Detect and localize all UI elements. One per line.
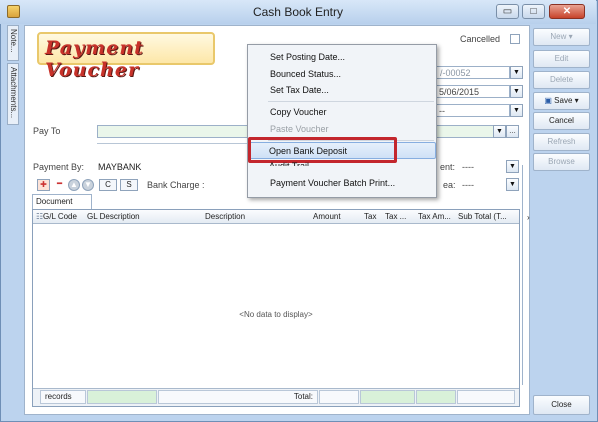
grid-footer: records Total:	[33, 388, 519, 406]
c-button[interactable]: C	[99, 179, 117, 191]
doc-no-dropdown[interactable]: ▼	[510, 66, 523, 79]
bank-charge-label: Bank Charge :	[147, 180, 205, 190]
col-sub-total[interactable]: Sub Total (T...	[458, 212, 507, 221]
menu-item-paste-voucher[interactable]: Paste Voucher	[270, 124, 329, 134]
col-gl-description[interactable]: GL Description	[87, 212, 140, 221]
new-button[interactable]: New ▾	[533, 28, 590, 46]
col-tax-code[interactable]: Tax ...	[385, 212, 406, 221]
close-button[interactable]: Close	[533, 395, 590, 415]
combo-field-3[interactable]: --	[430, 104, 510, 117]
right-combo-1[interactable]: ----	[459, 160, 506, 173]
records-count: records	[40, 390, 86, 404]
refresh-button[interactable]: Refresh	[533, 133, 590, 151]
grid-header: ☷ G/L Code GL Description Description Am…	[33, 210, 519, 224]
col-amount[interactable]: Amount	[313, 212, 341, 221]
tab-attachments[interactable]: Attachments...	[7, 63, 19, 125]
splitter[interactable]	[522, 165, 526, 385]
add-row-icon[interactable]: ✚	[37, 179, 50, 191]
remove-row-icon[interactable]: ━	[53, 179, 66, 191]
maximize-button[interactable]: □	[522, 4, 545, 19]
footer-tax-total	[360, 390, 415, 404]
payment-by-value: MAYBANK	[98, 162, 142, 172]
tab-note-label: Note...	[9, 29, 18, 53]
pay-to-dropdown[interactable]: ▼	[493, 125, 506, 138]
menu-item-set-tax-date[interactable]: Set Tax Date...	[270, 85, 329, 95]
footer-subtotal	[457, 390, 515, 404]
menu-item-set-posting-date[interactable]: Set Posting Date...	[270, 52, 345, 62]
close-window-button[interactable]: ✕	[549, 4, 585, 19]
cancelled-label: Cancelled	[460, 34, 501, 44]
payment-by-label: Payment By:	[33, 162, 85, 172]
right-combo-1-dropdown[interactable]: ▼	[506, 160, 519, 173]
grid-empty-message: <No data to display>	[239, 310, 313, 319]
tab-attachments-label: Attachments...	[9, 67, 18, 119]
cancelled-checkbox[interactable]	[510, 34, 520, 44]
right-label-1: ent:	[440, 162, 456, 172]
menu-item-batch-print[interactable]: Payment Voucher Batch Print...	[270, 178, 395, 188]
footer-amount-total	[319, 390, 359, 404]
browse-button[interactable]: Browse	[533, 153, 590, 171]
s-button[interactable]: S	[120, 179, 138, 191]
right-combo-2[interactable]: ----	[459, 178, 506, 191]
date-field[interactable]: 5/06/2015	[430, 85, 510, 98]
combo-3-dropdown[interactable]: ▼	[510, 104, 523, 117]
pay-to-lookup-button[interactable]: …	[506, 125, 519, 138]
menu-item-copy-voucher[interactable]: Copy Voucher	[270, 107, 327, 117]
move-down-icon[interactable]: ▼	[82, 179, 94, 191]
menu-item-bounced-status[interactable]: Bounced Status...	[270, 69, 341, 79]
tab-note[interactable]: Note...	[7, 25, 19, 61]
cancel-button[interactable]: Cancel	[533, 112, 590, 130]
menu-item-open-bank-deposit[interactable]: Open Bank Deposit	[269, 146, 347, 156]
pay-to-underline	[97, 143, 247, 144]
footer-total-label: Total:	[158, 390, 318, 404]
edit-button[interactable]: Edit	[533, 50, 590, 68]
menu-separator	[268, 101, 434, 102]
footer-cell	[87, 390, 157, 404]
collapse-arrow-icon[interactable]: ›	[527, 213, 530, 222]
menu-item-audit-trail[interactable]: Audit Trail	[269, 161, 309, 166]
col-gl-code[interactable]: G/L Code	[43, 212, 77, 221]
col-tax[interactable]: Tax	[364, 212, 376, 221]
move-up-icon[interactable]: ▲	[68, 179, 80, 191]
right-label-2: ea:	[443, 180, 456, 190]
side-tabs: Note... Attachments...	[7, 25, 19, 125]
action-panel: New ▾ Edit Delete ▣ Save ▾ Cancel Refres…	[533, 25, 593, 417]
col-tax-amount[interactable]: Tax Am...	[418, 212, 451, 221]
col-description[interactable]: Description	[205, 212, 245, 221]
minimize-button[interactable]: ▭	[496, 4, 519, 19]
tab-document-detail-grid[interactable]: Document Detail Grid	[32, 194, 92, 220]
doc-no-field[interactable]: /-00052	[430, 66, 510, 79]
pay-to-label: Pay To	[33, 126, 61, 136]
footer-tax-amount-total	[416, 390, 456, 404]
date-dropdown[interactable]: ▼	[510, 85, 523, 98]
right-combo-2-dropdown[interactable]: ▼	[506, 178, 519, 191]
save-button[interactable]: ▣ Save ▾	[533, 92, 590, 110]
payment-voucher-logo: Payment Voucher	[37, 32, 215, 81]
save-icon: ▣	[544, 96, 552, 105]
document-detail-grid: ☷ G/L Code GL Description Description Am…	[32, 209, 520, 407]
delete-button[interactable]: Delete	[533, 71, 590, 89]
context-menu: Set Posting Date... Bounced Status... Se…	[247, 44, 437, 198]
